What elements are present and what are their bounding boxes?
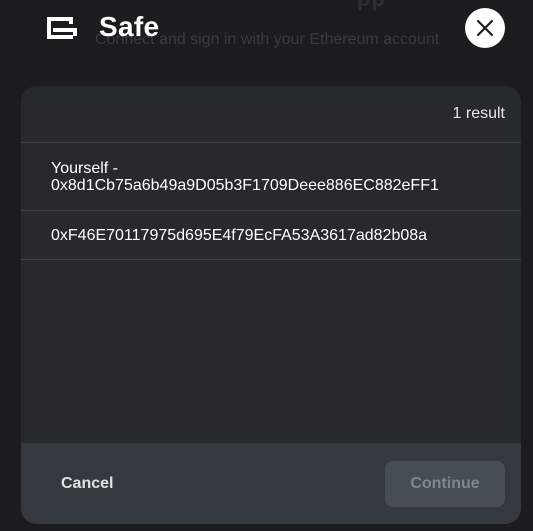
modal-footer: Cancel Continue	[21, 443, 521, 524]
close-button[interactable]	[465, 8, 505, 48]
account-address: 0xF46E70117975d695E4f79EcFA53A3617ad82b0…	[51, 227, 428, 244]
wallet-selector-overlay: pp Connect and sign in with your Ethereu…	[0, 0, 533, 531]
continue-button[interactable]: Continue	[385, 460, 505, 507]
brand-name: Safe	[99, 11, 160, 42]
background-app-title: pp	[300, 0, 386, 12]
close-icon	[476, 19, 494, 37]
results-header: 1 result	[21, 86, 521, 143]
result-count: 1 result	[452, 105, 505, 122]
safe-logo-icon	[47, 17, 77, 39]
account-label: Yourself -	[51, 160, 118, 177]
safe-brand: Safe	[46, 11, 160, 44]
cancel-button[interactable]: Cancel	[61, 475, 113, 493]
account-option[interactable]: 0xF46E70117975d695E4f79EcFA53A3617ad82b0…	[21, 211, 521, 260]
account-option-yourself[interactable]: Yourself - 0x8d1Cb75a6b49a9D05b3F1709Dee…	[21, 143, 521, 211]
account-list: Yourself - 0x8d1Cb75a6b49a9D05b3F1709Dee…	[21, 143, 521, 260]
account-picker-modal: 1 result Yourself - 0x8d1Cb75a6b49a9D05b…	[21, 86, 521, 524]
account-address: 0x8d1Cb75a6b49a9D05b3F1709Deee886EC882eF…	[51, 177, 439, 194]
